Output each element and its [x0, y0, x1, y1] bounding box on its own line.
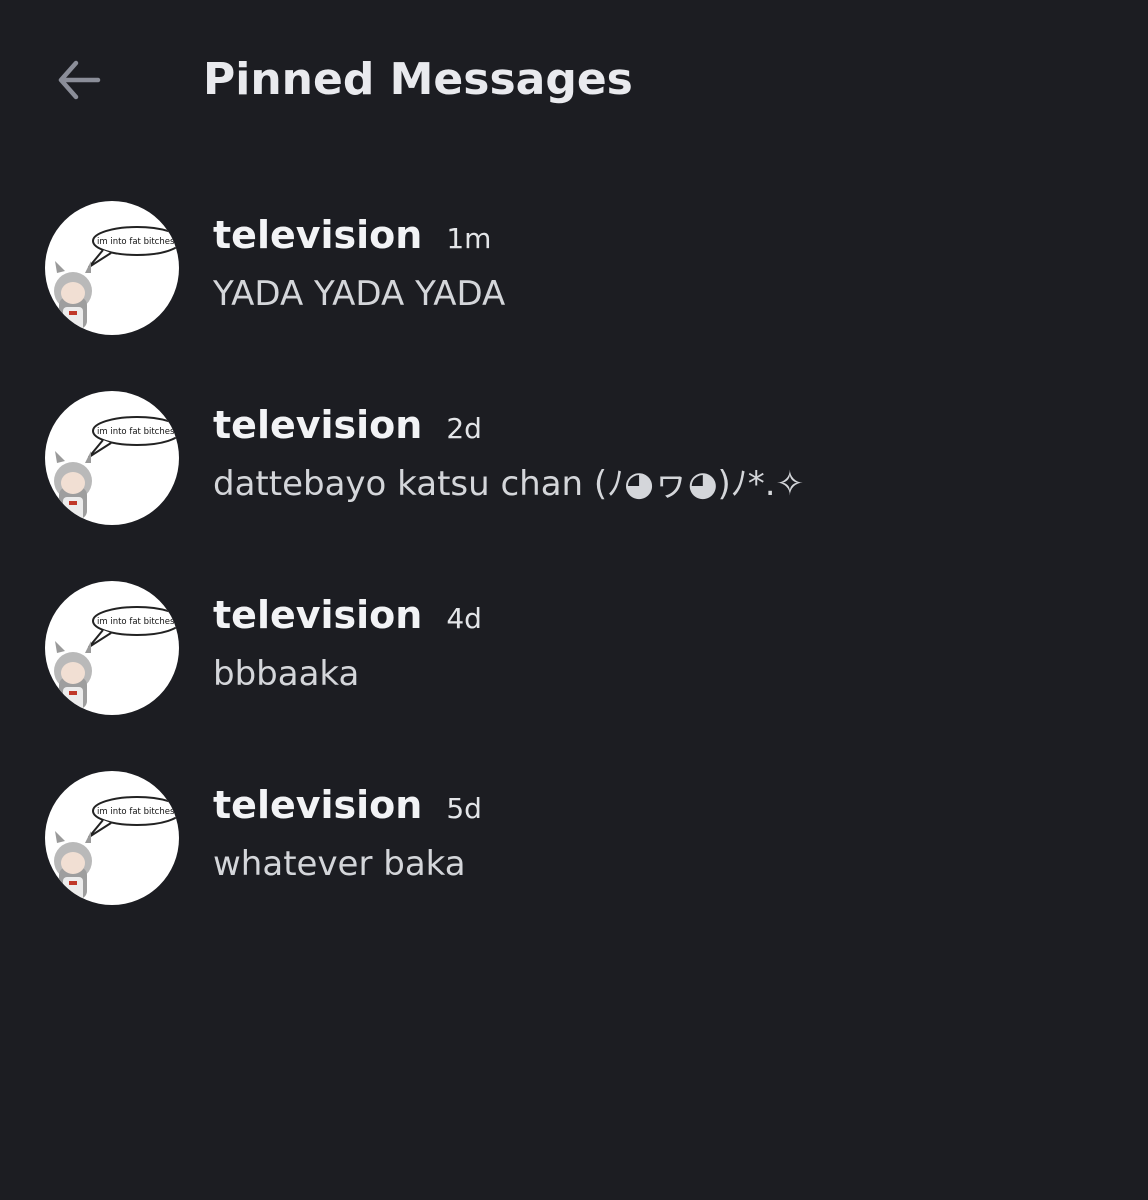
avatar-caption: im into fat bitches [97, 427, 175, 437]
author-name[interactable]: television [213, 400, 422, 450]
avatar-caption: im into fat bitches [97, 807, 175, 817]
message-text: dattebayo katsu chan (ﾉ◕ヮ◕)ﾉ*.✧ [213, 464, 805, 504]
message-header: television 2d [213, 400, 482, 450]
message-header: television 5d [213, 780, 482, 830]
page-title: Pinned Messages [203, 54, 633, 105]
message-text: bbbaaka [213, 654, 360, 694]
avatar[interactable]: im into fat bitches [45, 201, 179, 335]
author-name[interactable]: television [213, 590, 422, 640]
timestamp: 2d [446, 412, 482, 445]
message-text: YADA YADA YADA [213, 274, 506, 314]
avatar[interactable]: im into fat bitches [45, 391, 179, 525]
message-header: television 4d [213, 590, 482, 640]
timestamp: 4d [446, 602, 482, 635]
author-name[interactable]: television [213, 780, 422, 830]
header: Pinned Messages [0, 0, 1148, 160]
pinned-message[interactable]: im into fat bitches television 4d bbbaak… [0, 580, 1148, 770]
message-header: television 1m [213, 210, 491, 260]
message-text: whatever baka [213, 844, 466, 884]
pinned-message[interactable]: im into fat bitches television 1m YADA Y… [0, 200, 1148, 390]
pinned-message[interactable]: im into fat bitches television 2d datteb… [0, 390, 1148, 580]
avatar[interactable]: im into fat bitches [45, 771, 179, 905]
back-button[interactable] [44, 46, 112, 114]
pinned-message-list: im into fat bitches television 1m YADA Y… [0, 200, 1148, 960]
arrow-left-icon [58, 60, 101, 100]
timestamp: 5d [446, 792, 482, 825]
timestamp: 1m [446, 222, 492, 255]
pinned-message[interactable]: im into fat bitches television 5d whatev… [0, 770, 1148, 960]
avatar[interactable]: im into fat bitches [45, 581, 179, 715]
author-name[interactable]: television [213, 210, 422, 260]
avatar-caption: im into fat bitches [97, 617, 175, 627]
avatar-caption: im into fat bitches [97, 237, 175, 247]
